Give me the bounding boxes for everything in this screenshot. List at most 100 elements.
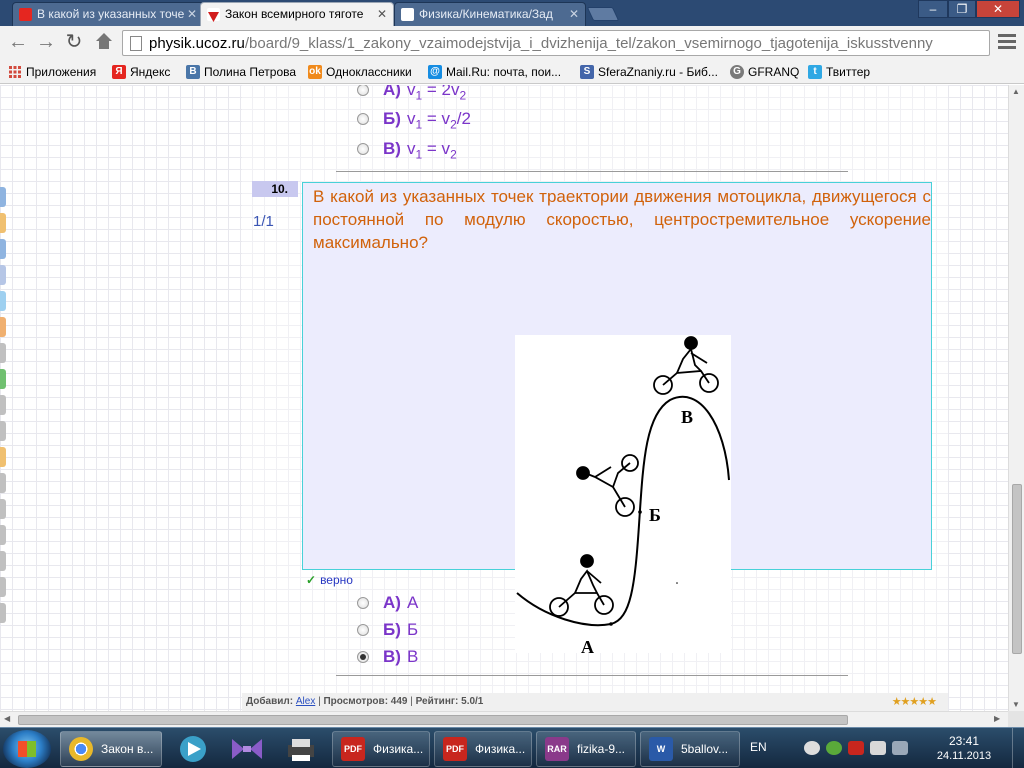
twitter-icon: t bbox=[808, 65, 822, 79]
language-indicator[interactable]: EN bbox=[750, 740, 767, 754]
label-point-v: В bbox=[681, 407, 693, 427]
radio-button-selected[interactable] bbox=[357, 651, 369, 663]
radio-button[interactable] bbox=[357, 597, 369, 609]
browser-toolbar: ← → ↻ physik.ucoz.ru/board/9_klass/1_zak… bbox=[0, 26, 1024, 60]
radio-button[interactable] bbox=[357, 113, 369, 125]
tab-label: Физика/Кинематика/Зад bbox=[419, 7, 553, 21]
sfera-icon: S bbox=[580, 65, 594, 79]
scrollbar-thumb[interactable] bbox=[18, 715, 848, 725]
task-word[interactable]: W 5ballov... bbox=[640, 731, 740, 767]
media-player-icon[interactable] bbox=[166, 731, 220, 767]
minimize-button[interactable]: ‒ bbox=[918, 0, 948, 18]
home-icon bbox=[96, 33, 112, 49]
clock-time[interactable]: 23:41 bbox=[936, 734, 992, 748]
scroll-up-arrow-icon[interactable]: ▲ bbox=[1012, 87, 1020, 96]
maximize-button[interactable]: ❐ bbox=[948, 0, 976, 18]
close-icon[interactable]: ✕ bbox=[569, 3, 579, 25]
ucoz-icon bbox=[207, 8, 220, 22]
volume-icon[interactable] bbox=[892, 741, 908, 755]
scroll-down-arrow-icon[interactable]: ▼ bbox=[1012, 700, 1020, 709]
trajectory-drawing: В Б А bbox=[516, 336, 730, 657]
bookmark-odnoklassniki[interactable]: ok Одноклассники bbox=[308, 63, 412, 81]
vk-icon: B bbox=[186, 65, 200, 79]
divider bbox=[336, 675, 848, 676]
scroll-left-arrow-icon[interactable]: ◀ bbox=[4, 714, 10, 723]
printer-icon[interactable] bbox=[274, 731, 328, 767]
bookmark-twitter[interactable]: t Твиттер bbox=[808, 63, 870, 81]
prev-option-a-text: v1 = 2v2 bbox=[407, 85, 467, 103]
info-icon[interactable] bbox=[826, 741, 842, 755]
checkmark-icon: ✓ bbox=[306, 573, 317, 587]
page-icon bbox=[401, 8, 414, 21]
bookmark-apps[interactable]: Приложения bbox=[8, 63, 96, 81]
motorcycle-trajectory-figure: В Б А bbox=[515, 335, 731, 657]
gfranq-icon: G bbox=[730, 65, 744, 79]
task-pdf-1[interactable]: PDF Физика... bbox=[332, 731, 430, 767]
question-box: В какой из указанных точек траектории дв… bbox=[302, 182, 932, 657]
back-button[interactable]: ← bbox=[6, 31, 30, 55]
clock-date[interactable]: 24.11.2013 bbox=[930, 750, 998, 762]
word-icon: W bbox=[649, 737, 673, 761]
prev-option-c-text: v1 = v2 bbox=[407, 139, 457, 162]
bookmark-sferaznaniy[interactable]: S SferaZnaniy.ru - Биб... bbox=[580, 63, 718, 81]
pdf-icon: PDF bbox=[341, 737, 365, 761]
author-link[interactable]: Alex bbox=[296, 696, 315, 707]
winrar-icon: RAR bbox=[545, 737, 569, 761]
task-winrar[interactable]: RAR fizika-9... bbox=[536, 731, 636, 767]
scrollbar-thumb[interactable] bbox=[1012, 484, 1022, 654]
bookmark-yandex[interactable]: Я Яндекс bbox=[112, 63, 170, 81]
motorcycle-side bbox=[576, 454, 639, 517]
bookmark-polina[interactable]: B Полина Петрова bbox=[186, 63, 296, 81]
dot bbox=[676, 582, 678, 584]
pdf-icon: PDF bbox=[443, 737, 467, 761]
close-icon[interactable]: ✕ bbox=[377, 3, 387, 25]
yandex-icon bbox=[19, 8, 32, 21]
point-a-marker bbox=[609, 622, 613, 626]
show-desktop-button[interactable] bbox=[1012, 728, 1024, 768]
bookmark-mailru[interactable]: @ Mail.Ru: почта, пои... bbox=[428, 63, 561, 81]
option-b-text: Б bbox=[407, 620, 419, 639]
scroll-corner bbox=[1008, 711, 1024, 727]
task-chrome[interactable]: Закон в... bbox=[60, 731, 162, 767]
scroll-right-arrow-icon[interactable]: ▶ bbox=[994, 714, 1000, 723]
bookmark-gfranq[interactable]: G GFRANQ bbox=[730, 63, 799, 81]
side-widget-strip bbox=[0, 187, 6, 667]
label-point-b: Б bbox=[649, 505, 661, 525]
windows-taskbar: Закон в... PDF Физика... PDF Физика... R… bbox=[0, 727, 1024, 768]
forward-button[interactable]: → bbox=[34, 31, 58, 55]
address-bar[interactable]: physik.ucoz.ru/board/9_klass/1_zakony_vz… bbox=[122, 30, 990, 56]
rating-stars[interactable]: ★★★★★ bbox=[892, 693, 937, 711]
start-button[interactable] bbox=[3, 730, 51, 768]
material-footer: Добавил: Alex | Просмотров: 449 | Рейтин… bbox=[242, 693, 948, 711]
divider bbox=[336, 171, 848, 172]
close-window-button[interactable]: ✕ bbox=[976, 0, 1020, 18]
tab-yandex[interactable]: В какой из указанных точе ✕ bbox=[12, 2, 204, 26]
visual-studio-icon[interactable] bbox=[220, 731, 274, 767]
close-icon[interactable]: ✕ bbox=[187, 3, 197, 25]
tab-strip: В какой из указанных точе ✕ Закон всемир… bbox=[0, 0, 1024, 26]
chrome-menu-icon[interactable] bbox=[998, 34, 1016, 50]
chrome-icon bbox=[69, 737, 93, 761]
radio-button[interactable] bbox=[357, 143, 369, 155]
horizontal-scrollbar[interactable]: ◀ ▶ bbox=[0, 711, 1008, 727]
question-number: 10. bbox=[252, 181, 298, 197]
tab-label: В какой из указанных точе bbox=[37, 7, 185, 21]
new-tab-button[interactable] bbox=[586, 7, 620, 21]
reload-button[interactable]: ↻ bbox=[62, 31, 86, 55]
home-button[interactable] bbox=[92, 31, 116, 55]
answer-verdict: ✓ верно bbox=[306, 573, 353, 587]
url-text[interactable]: physik.ucoz.ru/board/9_klass/1_zakony_vz… bbox=[149, 34, 975, 54]
bookmarks-bar: Приложения Я Яндекс B Полина Петрова ok … bbox=[0, 60, 1024, 84]
task-pdf-2[interactable]: PDF Физика... bbox=[434, 731, 532, 767]
tab-zakon[interactable]: Закон всемирного тяготе ✕ bbox=[200, 2, 394, 26]
radio-button[interactable] bbox=[357, 624, 369, 636]
trajectory-curve bbox=[516, 395, 730, 627]
tab-fizika[interactable]: Физика/Кинематика/Зад ✕ bbox=[394, 2, 586, 26]
flag-icon[interactable] bbox=[870, 741, 886, 755]
acrobat-tray-icon[interactable] bbox=[848, 741, 864, 755]
network-icon[interactable] bbox=[804, 741, 820, 755]
page-icon bbox=[130, 36, 142, 51]
vertical-scrollbar[interactable]: ▲ ▼ bbox=[1008, 85, 1024, 711]
yandex-icon: Я bbox=[112, 65, 126, 79]
point-b-marker bbox=[638, 510, 642, 514]
